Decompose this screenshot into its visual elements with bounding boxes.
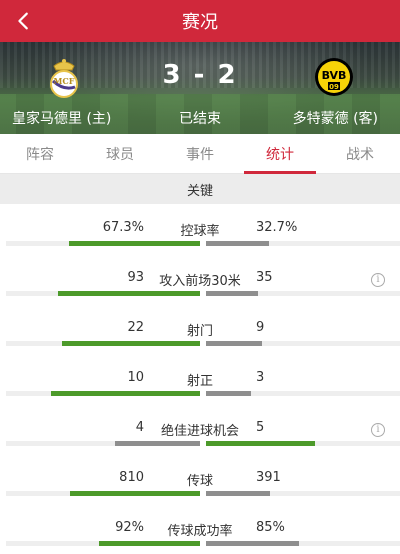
stat-label: 绝佳进球机会	[160, 424, 239, 439]
info-icon[interactable]: i	[371, 423, 385, 437]
stat-label: 传球成功率	[167, 524, 233, 539]
away-bar	[206, 341, 262, 346]
match-score: 3 - 2	[162, 60, 238, 90]
stat-row: 67.3% 控球率 32.7%	[0, 204, 400, 254]
home-bar	[115, 441, 200, 446]
away-bar	[206, 291, 258, 296]
home-bar-track	[6, 441, 200, 446]
stat-row: 4 绝佳进球机会 5 i	[0, 404, 400, 454]
home-bar	[70, 491, 200, 496]
match-status: 已结束	[179, 111, 221, 127]
svg-text:09: 09	[329, 83, 339, 91]
stat-away-value: 32.7%	[256, 220, 298, 235]
away-bar-track	[206, 241, 400, 246]
tab-tactics[interactable]: 战术	[320, 134, 400, 173]
back-button[interactable]	[8, 5, 40, 37]
home-team-name[interactable]: 皇家马德里 (主)	[12, 108, 111, 128]
away-bar-track	[206, 291, 400, 296]
away-bar-track	[206, 441, 400, 446]
home-bar	[62, 341, 200, 346]
stat-label: 射正	[186, 374, 213, 389]
home-bar-track	[6, 491, 200, 496]
home-bar	[69, 241, 200, 246]
home-bar-track	[6, 241, 200, 246]
stat-row: 93 攻入前场30米 35 i	[0, 254, 400, 304]
stat-row: 10 射正 3	[0, 354, 400, 404]
stat-label: 射门	[186, 324, 213, 339]
tab-bar: 阵容 球员 事件 统计 战术	[0, 134, 400, 174]
info-icon[interactable]: i	[371, 273, 385, 287]
real-madrid-crest-icon[interactable]: MCF	[44, 56, 84, 100]
home-bar	[51, 391, 200, 396]
home-bar-track	[6, 391, 200, 396]
stat-row: 810 传球 391	[0, 454, 400, 504]
away-bar	[206, 491, 270, 496]
top-bar: 赛况	[0, 0, 400, 42]
home-bar-track	[6, 291, 200, 296]
home-bar	[58, 291, 200, 296]
away-bar	[206, 241, 269, 246]
away-bar	[206, 541, 299, 546]
away-bar	[206, 391, 251, 396]
svg-text:BVB: BVB	[322, 69, 347, 82]
stat-row: 22 射门 9	[0, 304, 400, 354]
away-bar-track	[206, 391, 400, 396]
chevron-left-icon	[18, 12, 28, 30]
stat-away-value: 9	[256, 320, 265, 335]
stat-label: 攻入前场30米	[159, 274, 241, 289]
away-bar-track	[206, 341, 400, 346]
stat-row: 92% 传球成功率 85%	[0, 504, 400, 554]
home-bar-track	[6, 341, 200, 346]
tab-stats[interactable]: 统计	[240, 134, 320, 174]
stat-label: 传球	[186, 474, 213, 489]
stat-away-value: 391	[256, 470, 281, 485]
stat-away-value: 5	[256, 420, 265, 435]
stat-label: 控球率	[180, 224, 220, 239]
home-bar	[99, 541, 200, 546]
stat-home-value: 67.3%	[102, 220, 144, 235]
away-bar-track	[206, 541, 400, 546]
away-team-name[interactable]: 多特蒙德 (客)	[293, 108, 378, 128]
tab-players[interactable]: 球员	[80, 134, 160, 173]
away-bar	[206, 441, 315, 446]
home-bar-track	[6, 541, 200, 546]
tab-events[interactable]: 事件	[160, 134, 240, 173]
away-bar-track	[206, 491, 400, 496]
svg-text:MCF: MCF	[54, 76, 75, 86]
stat-away-value: 3	[256, 370, 265, 385]
section-header-key: 关键	[0, 174, 400, 204]
dortmund-crest-icon[interactable]: BVB 09	[314, 55, 354, 99]
stat-away-value: 85%	[256, 520, 285, 535]
page-title: 赛况	[182, 12, 218, 33]
tab-lineup[interactable]: 阵容	[0, 134, 80, 173]
stat-away-value: 35	[256, 270, 273, 285]
